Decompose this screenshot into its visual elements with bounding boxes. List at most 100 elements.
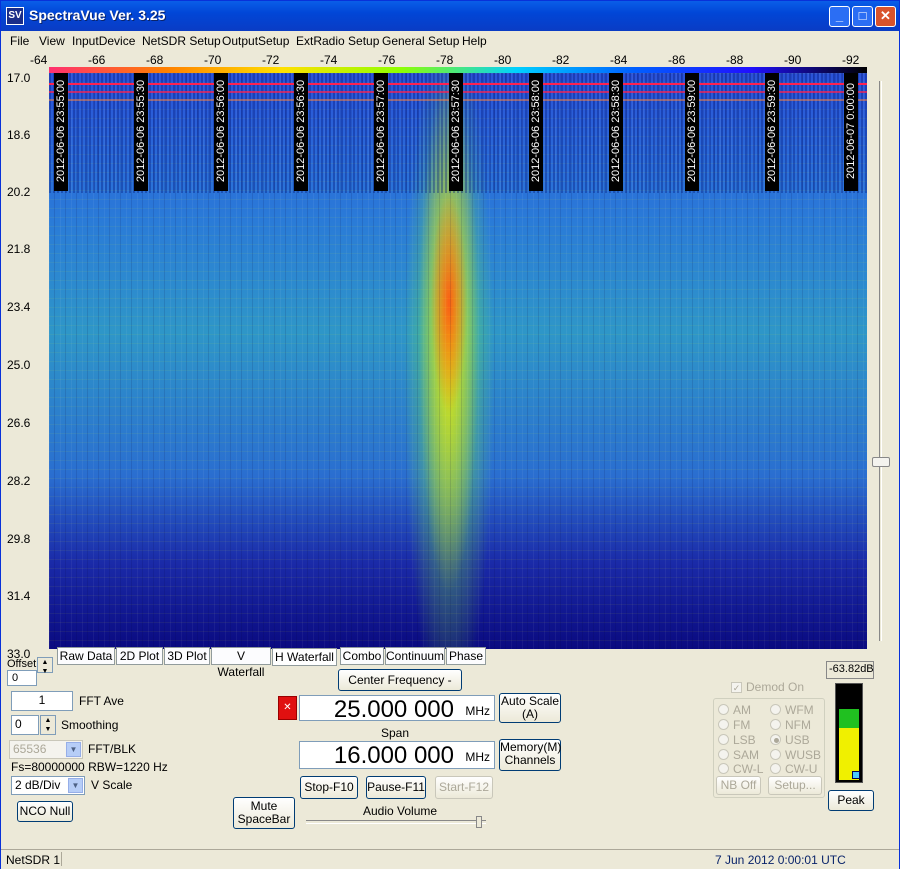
peak-button[interactable]: Peak [828,790,874,811]
fft-ave-label: FFT Ave [79,694,124,708]
freq-tick: -90 [784,53,802,67]
radio-nfm[interactable]: NFM [770,718,811,732]
freq-tick: -78 [436,53,454,67]
tab-combo[interactable]: Combo [340,647,384,665]
time-tick: 31.4 [7,589,31,603]
fft-ave-field[interactable]: 1 [11,691,73,711]
start-button[interactable]: Start-F12 [435,776,493,799]
center-frequency-display[interactable]: 25.000 000 MHz [299,695,495,723]
auto-scale-button[interactable]: Auto Scale (A) [499,693,561,723]
nb-off-button[interactable]: NB Off [716,776,761,795]
chevron-down-icon[interactable]: ▼ [66,742,81,757]
vscale-select[interactable]: 2 dB/Div ▼ [11,776,85,795]
up-arrow-icon[interactable]: ▲ [38,658,52,667]
level-meter [835,683,863,783]
radio-sam[interactable]: SAM [718,748,759,762]
meter-fill-green [839,709,859,728]
radio-icon [770,704,781,715]
down-arrow-icon[interactable]: ▼ [41,725,55,734]
maximize-button[interactable]: □ [852,6,873,27]
stop-button[interactable]: Stop-F10 [300,776,358,799]
app-icon[interactable]: SV [6,7,24,25]
mute-button[interactable]: Mute SpaceBar [233,797,295,829]
pause-button[interactable]: Pause-F11 [366,776,426,799]
radio-icon [770,719,781,730]
close-button[interactable]: ✕ [875,6,896,27]
radio-icon [718,704,729,715]
menu-extradio-setup[interactable]: ExtRadio Setup [296,34,379,48]
meter-marker [852,771,860,779]
menu-outputsetup[interactable]: OutputSetup [222,34,289,48]
audio-volume-thumb[interactable] [476,816,482,828]
timestamp-label: 2012-06-06 23:59:00 [685,73,699,191]
freq-tick: -82 [552,53,570,67]
radio-wfm[interactable]: WFM [770,703,814,717]
offset-spinner[interactable]: ▲ ▼ [37,657,53,676]
menu-netsdr-setup[interactable]: NetSDR Setup [142,34,221,48]
radio-cw-u[interactable]: CW-U [770,762,817,776]
radio-icon [718,749,729,760]
time-tick: 18.6 [7,128,31,142]
down-arrow-icon[interactable]: ▼ [38,667,52,676]
smoothing-field[interactable]: 0 [11,715,39,735]
minimize-button[interactable]: _ [829,6,850,27]
span-display[interactable]: 16.000 000 MHz [299,741,495,769]
tab-raw-data[interactable]: Raw Data [57,647,115,665]
menu-file[interactable]: File [10,34,29,48]
tab-2d-plot[interactable]: 2D Plot [116,647,163,665]
center-frequency-value: 25.000 000 [333,696,454,723]
menu-inputdevice[interactable]: InputDevice [72,34,135,48]
tab-3d-plot[interactable]: 3D Plot [164,647,210,665]
fft-blk-label: FFT/BLK [88,742,137,756]
vertical-slider[interactable] [869,71,891,649]
span-value: 16.000 000 [333,742,454,769]
freq-tick: -70 [204,53,222,67]
fft-blk-select[interactable]: 65536 ▼ [9,740,83,759]
audio-volume-label: Audio Volume [363,804,438,818]
menu-view[interactable]: View [39,34,65,48]
radio-fm[interactable]: FM [718,718,750,732]
offset-label: Offset [7,658,37,670]
radio-icon [770,763,781,774]
chevron-down-icon[interactable]: ▼ [68,778,83,793]
center-frequency-unit: MHz [465,704,490,718]
demod-on-checkbox[interactable]: ✓ Demod On [731,680,804,694]
memory-channels-button[interactable]: Memory(M) Channels [499,739,561,771]
timestamp-label: 2012-06-06 23:58:00 [529,73,543,191]
audio-volume-track[interactable] [306,820,486,824]
slider-thumb[interactable] [872,457,890,467]
maximize-icon: □ [858,8,867,23]
menu-help[interactable]: Help [462,34,487,48]
level-readout: -63.82dB [826,661,874,679]
menu-general-setup[interactable]: General Setup [382,34,459,48]
radio-wusb[interactable]: WUSB [770,748,821,762]
timestamp-label: 2012-06-06 23:56:00 [214,73,228,191]
title-bar[interactable]: SV SpectraVue Ver. 3.25 _ □ ✕ [1,1,899,31]
center-frequency-button[interactable]: Center Frequency - Ins [338,669,462,707]
radio-icon [718,763,729,774]
tab-phase[interactable]: Phase [446,647,486,665]
close-icon: ✕ [880,8,891,23]
up-arrow-icon[interactable]: ▲ [41,716,55,725]
radio-cw-l[interactable]: CW-L [718,762,763,776]
waterfall-display[interactable]: 2012-06-06 23:55:00 2012-06-06 23:55:30 … [49,73,867,649]
freq-tick: -64 [30,53,48,67]
tab-continuum[interactable]: Continuum [385,647,445,665]
setup-button[interactable]: Setup... [768,776,822,795]
freq-tick: -84 [610,53,628,67]
menu-bar: File View InputDevice NetSDR Setup Outpu… [1,31,899,51]
tab-h-waterfall[interactable]: H Waterfall [272,648,337,666]
time-tick: 28.2 [7,474,31,488]
demod-on-label: Demod On [746,680,805,694]
radio-lsb[interactable]: LSB [718,733,756,747]
nco-null-button[interactable]: NCO Null [17,801,73,822]
radio-icon [770,749,781,760]
freq-tick: -68 [146,53,164,67]
radio-am[interactable]: AM [718,703,751,717]
smoothing-spinner[interactable]: ▲ ▼ [40,715,56,735]
close-icon[interactable]: ✕ [278,696,297,720]
tab-v-waterfall[interactable]: V Waterfall [211,647,271,679]
offset-field[interactable]: 0 [7,670,37,686]
radio-usb[interactable]: USB [770,733,810,747]
time-tick: 20.2 [7,185,31,199]
